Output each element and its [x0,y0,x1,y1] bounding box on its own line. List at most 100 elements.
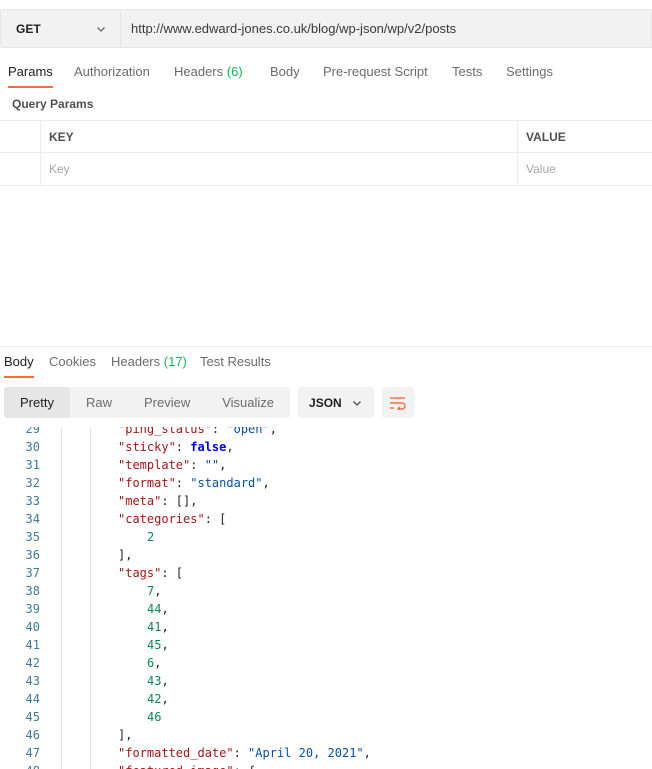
tab-settings[interactable]: Settings [506,58,553,88]
code-token: , [161,638,169,652]
tab-body[interactable]: Body [270,58,300,88]
code-line: 31 "template": "", [0,456,652,474]
code-token: , [269,427,277,436]
code-text: "featured_image": { [118,762,255,769]
code-text: 6, [147,654,161,672]
response-divider[interactable] [0,346,652,347]
method-dropdown[interactable]: GET [0,9,120,48]
tab-label: Test Results [200,354,271,369]
tab-label: Cookies [49,354,96,369]
wrap-lines-button[interactable] [382,387,415,418]
code-text: "formatted_date": "April 20, 2021", [118,744,371,762]
code-text: "template": "", [118,456,226,474]
checkbox-column [0,121,41,153]
code-text: 45, [147,636,169,654]
response-body-editor[interactable]: 29 "ping_status": "open", 30 "sticky": fals… [0,427,652,769]
tab-label: Body [270,64,300,79]
code-text: "format": "standard", [118,474,270,492]
code-token: : [ [161,566,184,580]
code-text: ], [118,546,132,564]
code-token: 46 [147,710,162,724]
tab-count: (17) [163,354,187,369]
tab-label: Settings [506,64,553,79]
line-number: 46 [25,728,40,742]
format-label: JSON [309,395,342,410]
code-text: 7, [147,582,161,600]
line-number: 37 [25,566,40,580]
chevron-down-icon [97,26,105,32]
code-token: : [175,476,191,490]
code-token: : [211,427,227,436]
code-token: : [190,458,205,472]
line-number: 32 [25,476,40,490]
code-token: 44 [147,602,162,616]
tab-headers[interactable]: Headers (6) [174,58,243,88]
line-number: 42 [25,656,40,670]
tab-response-body[interactable]: Body [4,348,34,378]
view-visualize-button[interactable]: Visualize [206,387,290,418]
request-url-bar: GET http://www.edward-jones.co.uk/blog/w… [0,9,652,48]
line-number: 39 [25,602,40,616]
code-token: , [154,584,162,598]
code-line: 46], [0,726,652,744]
view-raw-button[interactable]: Raw [70,387,128,418]
view-preview-button[interactable]: Preview [128,387,206,418]
code-line: 42 6, [0,654,652,672]
line-number: 40 [25,620,40,634]
code-token: , [161,602,169,616]
code-token: , [226,440,234,454]
line-number: 44 [25,692,40,706]
code-token: : [ [204,512,227,526]
tab-response-headers[interactable]: Headers (17) [111,348,187,378]
code-text: "tags": [ [118,564,183,582]
code-token: , [161,674,169,688]
code-line: 29 "ping_status": "open", [0,427,652,438]
row-checkbox-cell [0,153,41,185]
chevron-down-icon [353,400,361,406]
code-token: 41 [147,620,162,634]
view-mode-selector: Pretty Raw Preview Visualize [4,387,291,418]
tab-label: Headers [174,64,224,79]
code-token: "formatted_date" [118,746,234,760]
code-token: "sticky" [118,440,176,454]
line-number: 41 [25,638,40,652]
tab-tests[interactable]: Tests [452,58,482,88]
code-line: 39 44, [0,600,652,618]
wrap-lines-icon [390,396,406,410]
code-token: , [161,692,169,706]
code-token: "featured_image" [118,764,234,769]
code-text: 41, [147,618,169,636]
format-dropdown[interactable]: JSON [298,387,375,418]
code-line: 30 "sticky": false, [0,438,652,456]
code-token: , [154,656,162,670]
code-line: 33 "meta": [], [0,492,652,510]
code-text: "categories": [ [118,510,226,528]
line-number: 30 [25,440,40,454]
code-line: 48 "featured_image": { [0,762,652,769]
key-input[interactable]: Key [41,153,518,185]
code-text: 43, [147,672,169,690]
code-line: 34 "categories": [ [0,510,652,528]
value-input[interactable]: Value [518,153,652,185]
code-token: ], [118,728,133,742]
code-token: 2 [147,530,155,544]
code-token: , [363,746,371,760]
code-token: "April 20, 2021" [248,746,364,760]
url-input[interactable]: http://www.edward-jones.co.uk/blog/wp-js… [120,9,652,48]
tab-test-results[interactable]: Test Results [200,348,271,378]
tab-cookies[interactable]: Cookies [49,348,96,378]
tab-label: Authorization [74,64,150,79]
tab-pre-request-script[interactable]: Pre-request Script [323,58,428,88]
line-number: 45 [25,710,40,724]
line-number: 48 [0,762,40,769]
code-token: "open" [226,427,270,436]
code-text: 46 [147,708,161,726]
query-params-table: KEY VALUE Key Value [0,120,652,186]
code-token: "format" [118,476,176,490]
code-token: false [190,440,227,454]
view-pretty-button[interactable]: Pretty [4,387,70,418]
tab-params[interactable]: Params [8,58,53,88]
code-token: : [175,440,191,454]
code-token: 42 [147,692,162,706]
tab-authorization[interactable]: Authorization [74,58,150,88]
